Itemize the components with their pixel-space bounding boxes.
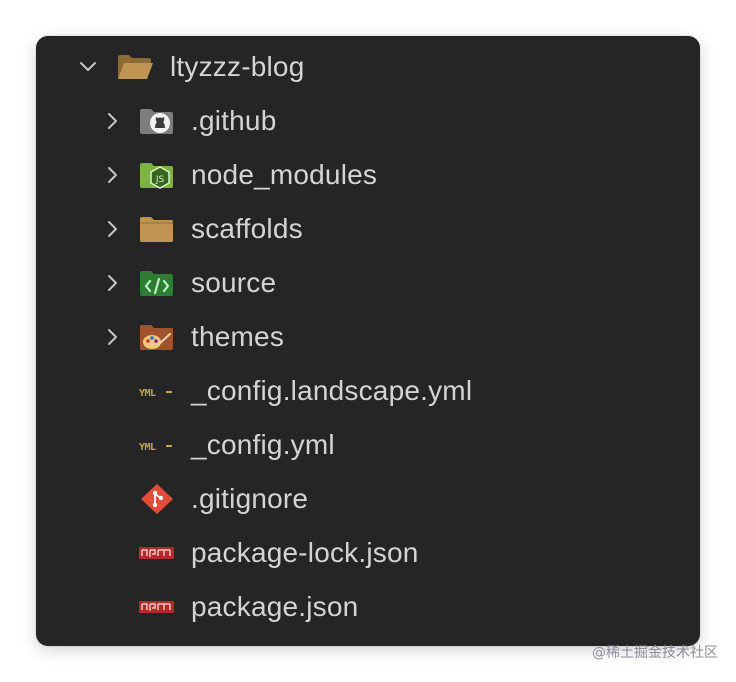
chevron-down-icon[interactable] (76, 55, 100, 79)
chevron-right-icon[interactable] (100, 217, 124, 241)
themes-folder-icon (140, 325, 173, 350)
tree-item-config-landscape-yml[interactable]: YML _config.landscape.yml (36, 364, 700, 418)
tree-item-themes[interactable]: themes (36, 310, 700, 364)
svg-text:YML: YML (139, 388, 156, 399)
tree-item-label: node_modules (191, 159, 378, 190)
tree-item-label: .gitignore (191, 483, 309, 514)
tree-item-source[interactable]: source (36, 256, 700, 310)
watermark-text: @稀土掘金技术社区 (592, 645, 718, 661)
chevron-right-icon[interactable] (100, 163, 124, 187)
folder-open-icon (118, 55, 153, 79)
tree-item-label: scaffolds (191, 213, 303, 244)
tree-item-root-folder[interactable]: ltyzzz-blog (36, 40, 700, 94)
chevron-right-icon[interactable] (100, 271, 124, 295)
chevron-right-icon[interactable] (100, 325, 124, 349)
tree-item-gitignore[interactable]: .gitignore (36, 472, 700, 526)
npm-file-icon (139, 547, 174, 559)
github-folder-icon (140, 109, 173, 134)
tree-item-label: package.json (191, 591, 359, 622)
chevron-right-icon[interactable] (100, 109, 124, 133)
svg-text:JS: JS (155, 175, 165, 185)
tree-item-label: .github (191, 105, 277, 136)
git-file-icon (141, 484, 173, 514)
tree-item-package-lock-json[interactable]: package-lock.json (36, 526, 700, 580)
svg-text:YML: YML (139, 442, 156, 453)
tree-item-label: _config.yml (191, 429, 335, 460)
file-explorer-panel: ltyzzz-blog .github JS node_modules scaf… (36, 36, 700, 646)
tree-item-label: ltyzzz-blog (170, 51, 305, 82)
tree-item-label: themes (191, 321, 285, 352)
tree-item-config-yml[interactable]: YML _config.yml (36, 418, 700, 472)
tree-item-package-json[interactable]: package.json (36, 580, 700, 634)
tree-item-node-modules[interactable]: JS node_modules (36, 148, 700, 202)
file-tree: ltyzzz-blog .github JS node_modules scaf… (36, 36, 700, 646)
node-modules-folder-icon: JS (140, 163, 173, 189)
tree-item-scaffolds[interactable]: scaffolds (36, 202, 700, 256)
npm-file-icon (139, 601, 174, 613)
yaml-file-icon: YML (139, 442, 172, 453)
folder-icon (140, 217, 173, 242)
tree-item-github[interactable]: .github (36, 94, 700, 148)
screenshot-canvas: ltyzzz-blog .github JS node_modules scaf… (0, 0, 736, 682)
tree-item-label: _config.landscape.yml (191, 375, 473, 406)
yaml-file-icon: YML (139, 388, 172, 399)
source-folder-icon (140, 271, 173, 296)
tree-item-label: package-lock.json (191, 537, 419, 568)
tree-item-label: source (191, 267, 277, 298)
